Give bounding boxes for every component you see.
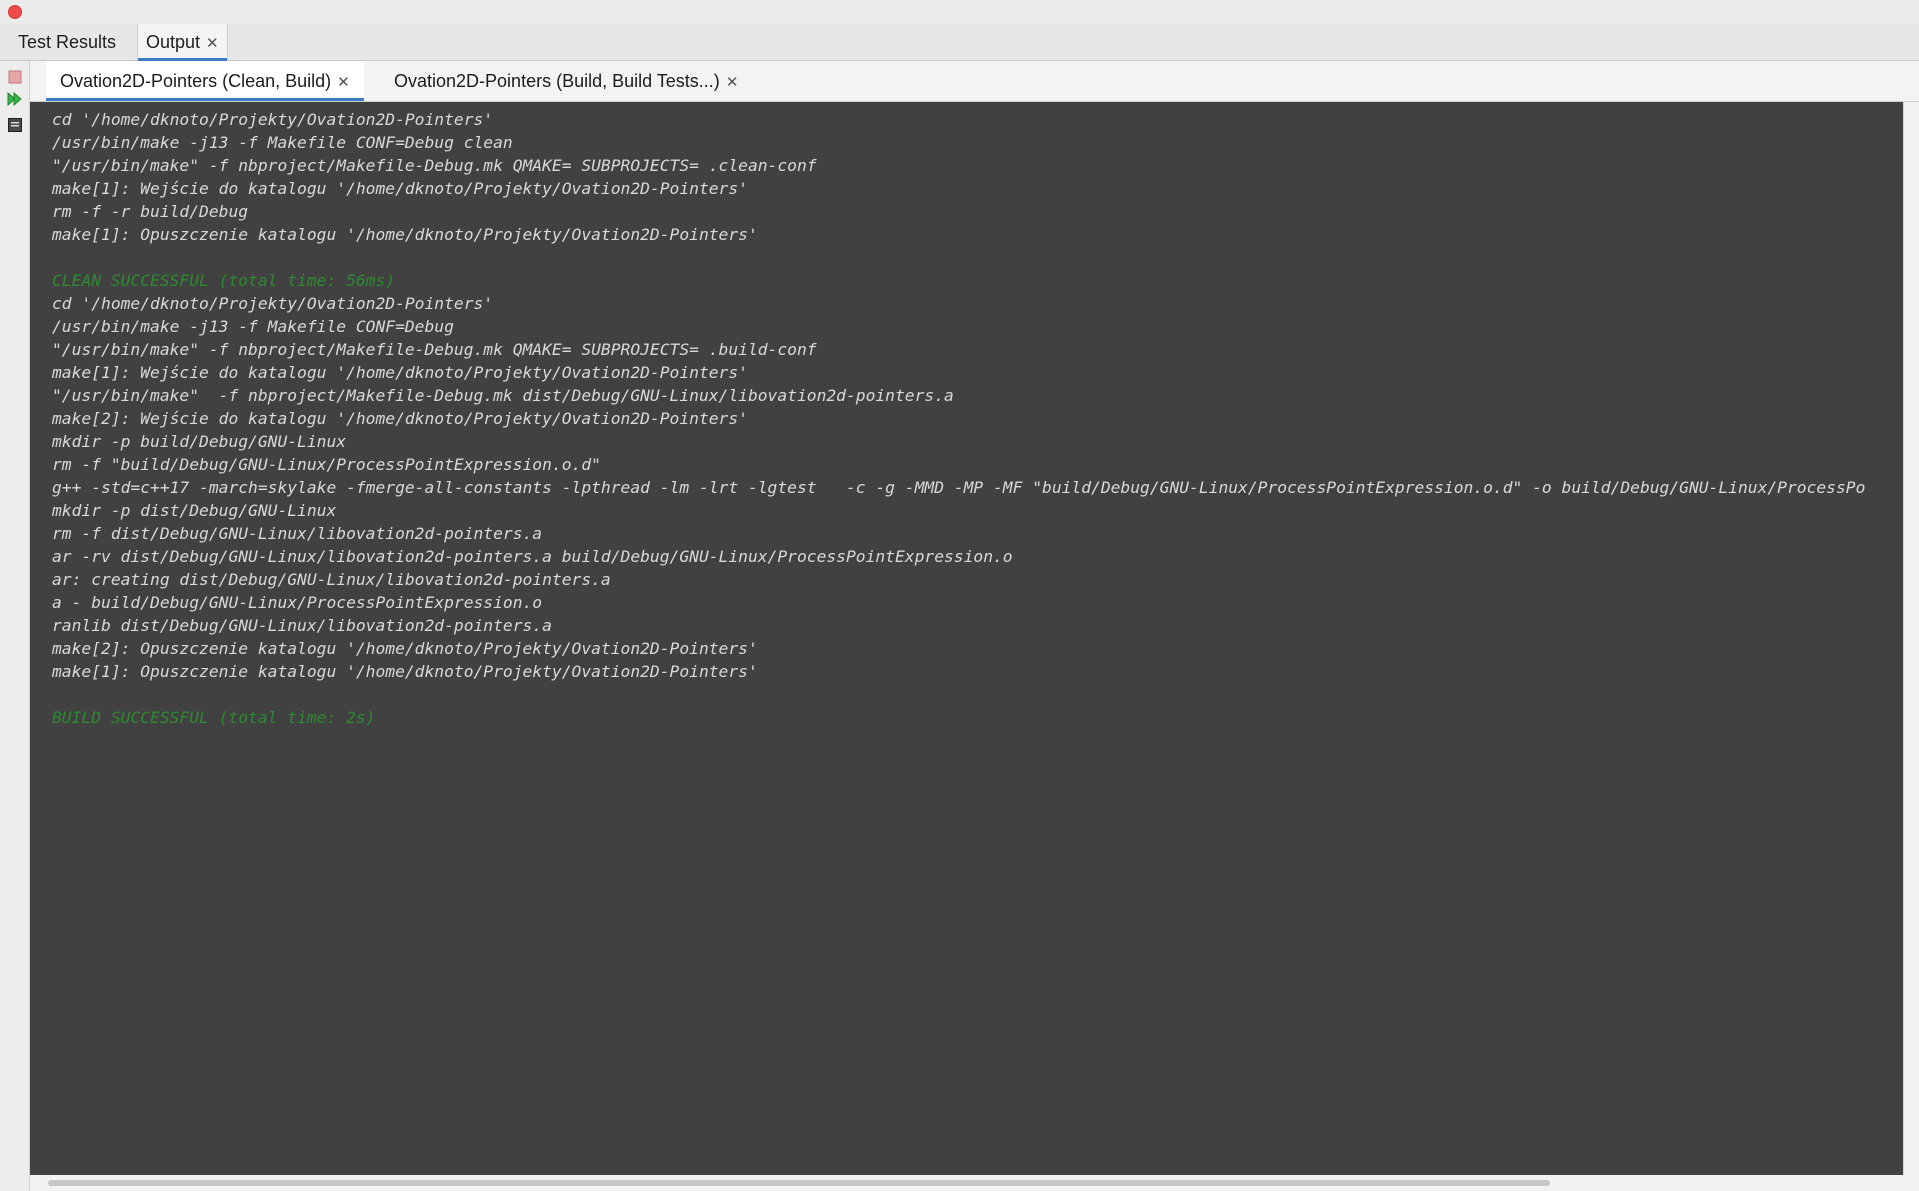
console-line: mkdir -p dist/Debug/GNU-Linux bbox=[52, 501, 337, 520]
console-line: make[1]: Opuszczenie katalogu '/home/dkn… bbox=[52, 225, 758, 244]
close-icon[interactable]: ✕ bbox=[206, 35, 219, 52]
console-line: make[2]: Wejście do katalogu '/home/dkno… bbox=[52, 409, 748, 428]
console-line: ar -rv dist/Debug/GNU-Linux/libovation2d… bbox=[52, 547, 1013, 566]
clear-output-icon[interactable] bbox=[7, 117, 23, 133]
console-line: a - build/Debug/GNU-Linux/ProcessPointEx… bbox=[52, 593, 543, 612]
console-line: "/usr/bin/make" -f nbproject/Makefile-De… bbox=[52, 386, 954, 405]
console-line: ar: creating dist/Debug/GNU-Linux/libova… bbox=[52, 570, 611, 589]
console-line: ranlib dist/Debug/GNU-Linux/libovation2d… bbox=[52, 616, 552, 635]
console-lines: cd '/home/dknoto/Projekty/Ovation2D-Poin… bbox=[30, 102, 1903, 729]
subtab-label: Ovation2D-Pointers (Build, Build Tests..… bbox=[394, 71, 720, 91]
console-line: /usr/bin/make -j13 -f Makefile CONF=Debu… bbox=[52, 133, 513, 152]
console-line: /usr/bin/make -j13 -f Makefile CONF=Debu… bbox=[52, 317, 454, 336]
console-line: make[1]: Opuszczenie katalogu '/home/dkn… bbox=[52, 662, 758, 681]
output-toolbar bbox=[0, 61, 30, 1191]
rerun-icon[interactable] bbox=[7, 91, 23, 107]
console-line: mkdir -p build/Debug/GNU-Linux bbox=[52, 432, 347, 451]
console-line: cd '/home/dknoto/Projekty/Ovation2D-Poin… bbox=[52, 110, 494, 129]
console-line: make[1]: Wejście do katalogu '/home/dkno… bbox=[52, 363, 748, 382]
output-subtab-bar: Ovation2D-Pointers (Clean, Build) ✕ Ovati… bbox=[30, 61, 1919, 102]
console-line: "/usr/bin/make" -f nbproject/Makefile-De… bbox=[52, 340, 817, 359]
console-line: "/usr/bin/make" -f nbproject/Makefile-De… bbox=[52, 156, 817, 175]
horizontal-scrollbar[interactable] bbox=[30, 1175, 1919, 1191]
tab-test-results[interactable]: Test Results bbox=[10, 24, 124, 60]
output-console[interactable]: cd '/home/dknoto/Projekty/Ovation2D-Poin… bbox=[30, 102, 1903, 1175]
subtab-label: Ovation2D-Pointers (Clean, Build) bbox=[60, 71, 332, 91]
console-line: rm -f -r build/Debug bbox=[52, 202, 249, 221]
vertical-scrollbar[interactable] bbox=[1903, 102, 1919, 1175]
console-line: g++ -std=c++17 -march=skylake -fmerge-al… bbox=[52, 478, 1866, 497]
console-line: cd '/home/dknoto/Projekty/Ovation2D-Poin… bbox=[52, 294, 494, 313]
panel-tab-bar: Test Results Output ✕ bbox=[0, 24, 1919, 61]
build-successful-line: BUILD SUCCESSFUL (total time: 2s) bbox=[52, 708, 376, 727]
close-icon[interactable]: ✕ bbox=[726, 74, 739, 91]
horizontal-scrollbar-thumb[interactable] bbox=[48, 1180, 1550, 1186]
window-close-button[interactable] bbox=[8, 5, 22, 19]
clean-successful-line: CLEAN SUCCESSFUL (total time: 56ms) bbox=[52, 271, 396, 290]
stop-icon[interactable] bbox=[7, 69, 23, 85]
close-icon[interactable]: ✕ bbox=[337, 74, 350, 91]
console-line: make[2]: Opuszczenie katalogu '/home/dkn… bbox=[52, 639, 758, 658]
console-line: make[1]: Wejście do katalogu '/home/dkno… bbox=[52, 179, 748, 198]
tab-label: Output bbox=[146, 32, 201, 52]
tab-output[interactable]: Output ✕ bbox=[137, 24, 228, 61]
console-line: rm -f dist/Debug/GNU-Linux/libovation2d-… bbox=[52, 524, 543, 543]
tab-label: Test Results bbox=[18, 32, 117, 52]
console-line: rm -f "build/Debug/GNU-Linux/ProcessPoin… bbox=[52, 455, 601, 474]
subtab-build-tests[interactable]: Ovation2D-Pointers (Build, Build Tests..… bbox=[380, 61, 752, 101]
subtab-clean-build[interactable]: Ovation2D-Pointers (Clean, Build) ✕ bbox=[46, 61, 364, 101]
window-titlebar bbox=[0, 0, 1919, 24]
